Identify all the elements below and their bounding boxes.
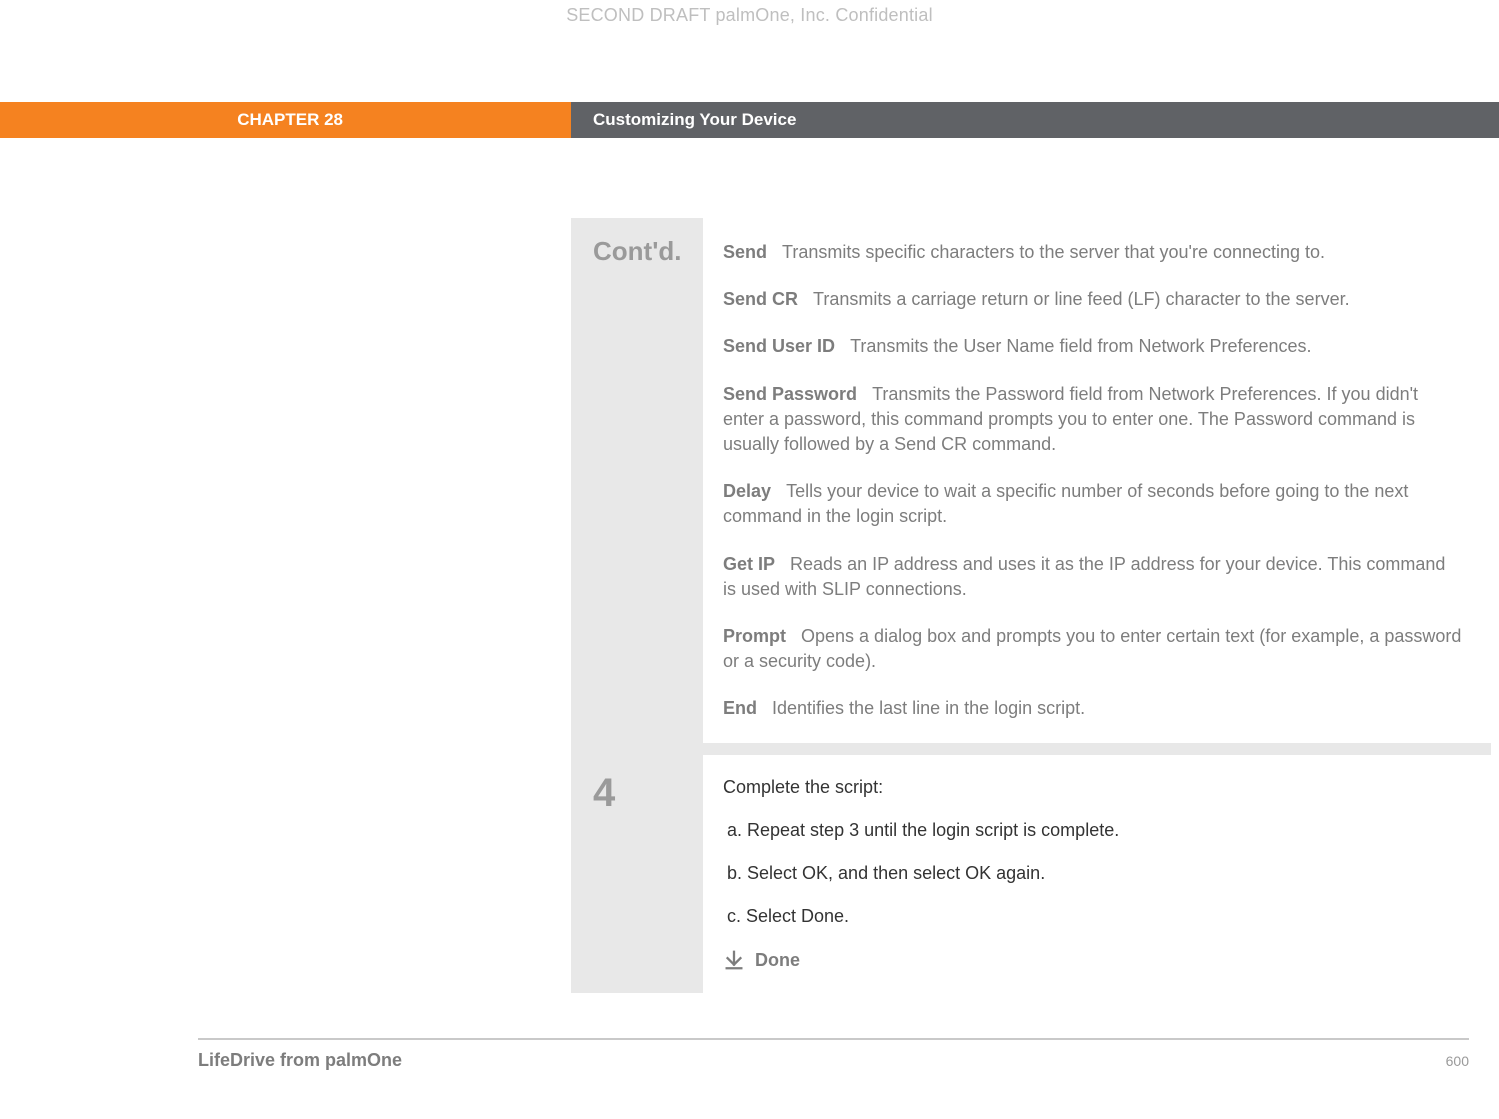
page-footer: LifeDrive from palmOne 600: [198, 1038, 1469, 1071]
def-term: Delay: [723, 481, 771, 501]
step4-lead: Complete the script:: [723, 777, 1463, 798]
chapter-title: Customizing Your Device: [571, 102, 1499, 138]
footer-page-number: 600: [1446, 1053, 1469, 1069]
def-send: Send Transmits specific characters to th…: [723, 240, 1463, 265]
def-desc: Tells your device to wait a specific num…: [723, 481, 1408, 526]
def-desc: Identifies the last line in the login sc…: [772, 698, 1085, 718]
def-end: End Identifies the last line in the logi…: [723, 696, 1463, 721]
chapter-number: CHAPTER 28: [0, 102, 571, 138]
def-term: Prompt: [723, 626, 786, 646]
chapter-header-bar: CHAPTER 28 Customizing Your Device: [0, 102, 1499, 138]
def-desc: Transmits the User Name field from Netwo…: [850, 336, 1311, 356]
def-desc: Reads an IP address and uses it as the I…: [723, 554, 1445, 599]
def-term: Send CR: [723, 289, 798, 309]
step4-a: a. Repeat step 3 until the login script …: [723, 820, 1463, 841]
def-send-password: Send Password Transmits the Password fie…: [723, 382, 1463, 458]
def-desc: Transmits specific characters to the ser…: [782, 242, 1325, 262]
step-col-4: 4: [571, 755, 703, 993]
step-number-4: 4: [593, 773, 703, 813]
done-row: Done: [723, 949, 1463, 971]
def-term: Send User ID: [723, 336, 835, 356]
watermark-text: SECOND DRAFT palmOne, Inc. Confidential: [0, 5, 1499, 26]
def-send-user-id: Send User ID Transmits the User Name fie…: [723, 334, 1463, 359]
def-get-ip: Get IP Reads an IP address and uses it a…: [723, 552, 1463, 602]
body-col-4: Complete the script: a. Repeat step 3 un…: [703, 755, 1491, 993]
done-label: Done: [755, 950, 800, 971]
def-term: End: [723, 698, 757, 718]
def-desc: Opens a dialog box and prompts you to en…: [723, 626, 1461, 671]
body-col-contd: Send Transmits specific characters to th…: [703, 218, 1491, 743]
def-desc: Transmits a carriage return or line feed…: [813, 289, 1350, 309]
contd-label: Cont'd.: [593, 236, 703, 267]
step-col-contd: Cont'd.: [571, 218, 703, 743]
def-send-cr: Send CR Transmits a carriage return or l…: [723, 287, 1463, 312]
def-term: Send: [723, 242, 767, 262]
def-term: Get IP: [723, 554, 775, 574]
def-prompt: Prompt Opens a dialog box and prompts yo…: [723, 624, 1463, 674]
block-contd: Cont'd. Send Transmits specific characte…: [571, 218, 1491, 755]
def-delay: Delay Tells your device to wait a specif…: [723, 479, 1463, 529]
block-step4: 4 Complete the script: a. Repeat step 3 …: [571, 755, 1491, 993]
content-panel: Cont'd. Send Transmits specific characte…: [571, 218, 1491, 993]
def-term: Send Password: [723, 384, 857, 404]
step4-b: b. Select OK, and then select OK again.: [723, 863, 1463, 884]
done-arrow-icon: [723, 949, 745, 971]
footer-title: LifeDrive from palmOne: [198, 1050, 402, 1071]
step4-c: c. Select Done.: [723, 906, 1463, 927]
